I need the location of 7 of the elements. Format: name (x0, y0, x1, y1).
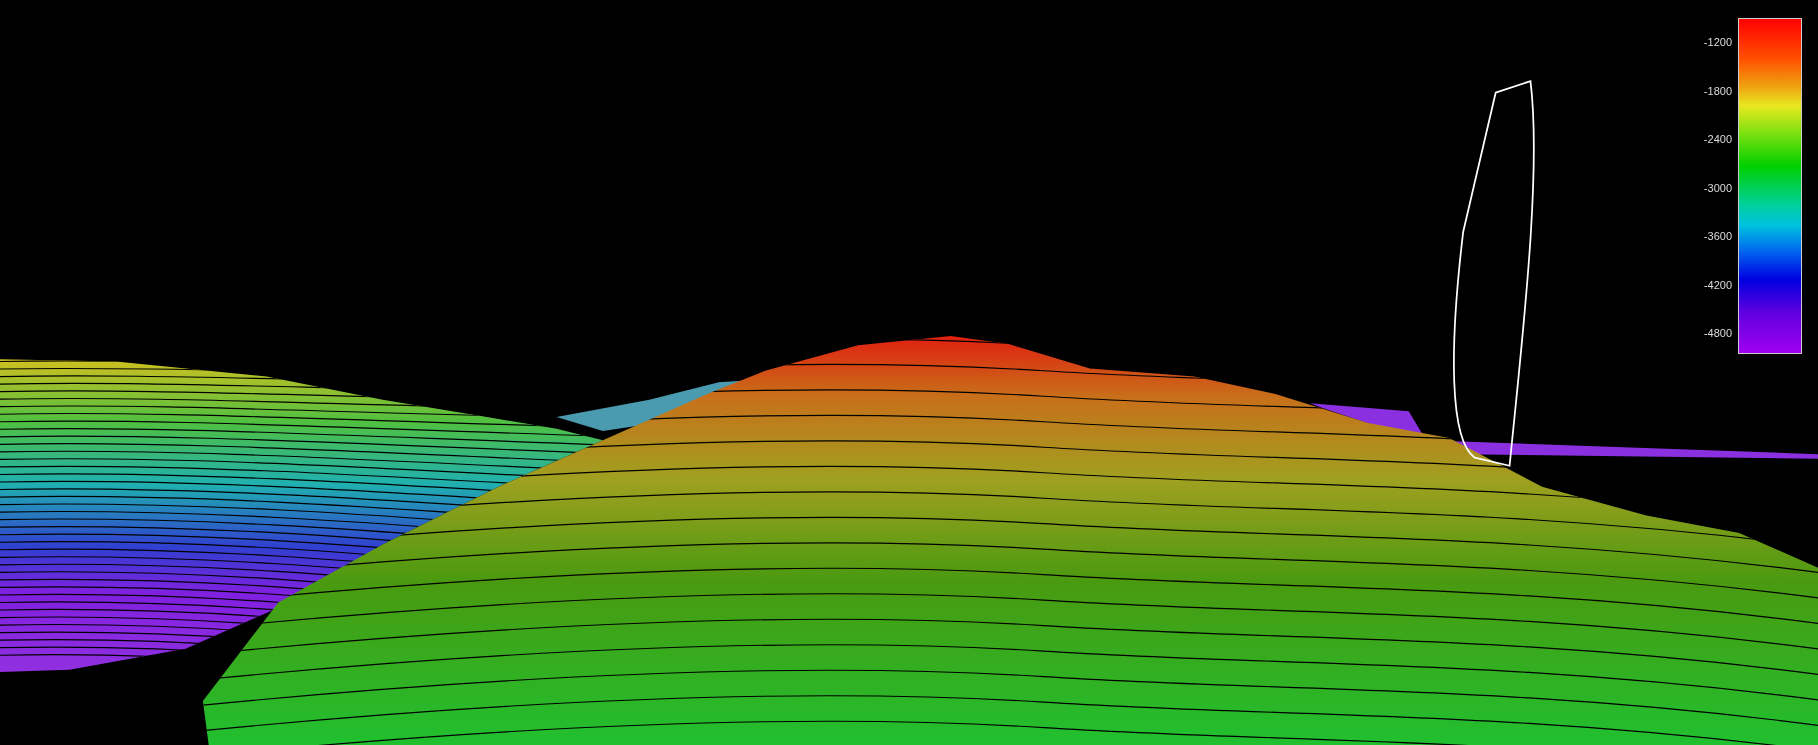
scale-label: -1800 (1703, 84, 1732, 97)
scale-label: -3000 (1703, 181, 1732, 194)
scale-label: -4800 (1703, 327, 1732, 339)
scale-label: -3600 (1703, 230, 1732, 242)
scale-label: -1200 (1703, 36, 1732, 48)
scale-label: -2400 (1703, 133, 1732, 145)
scale-label: -4200 (1703, 278, 1732, 291)
